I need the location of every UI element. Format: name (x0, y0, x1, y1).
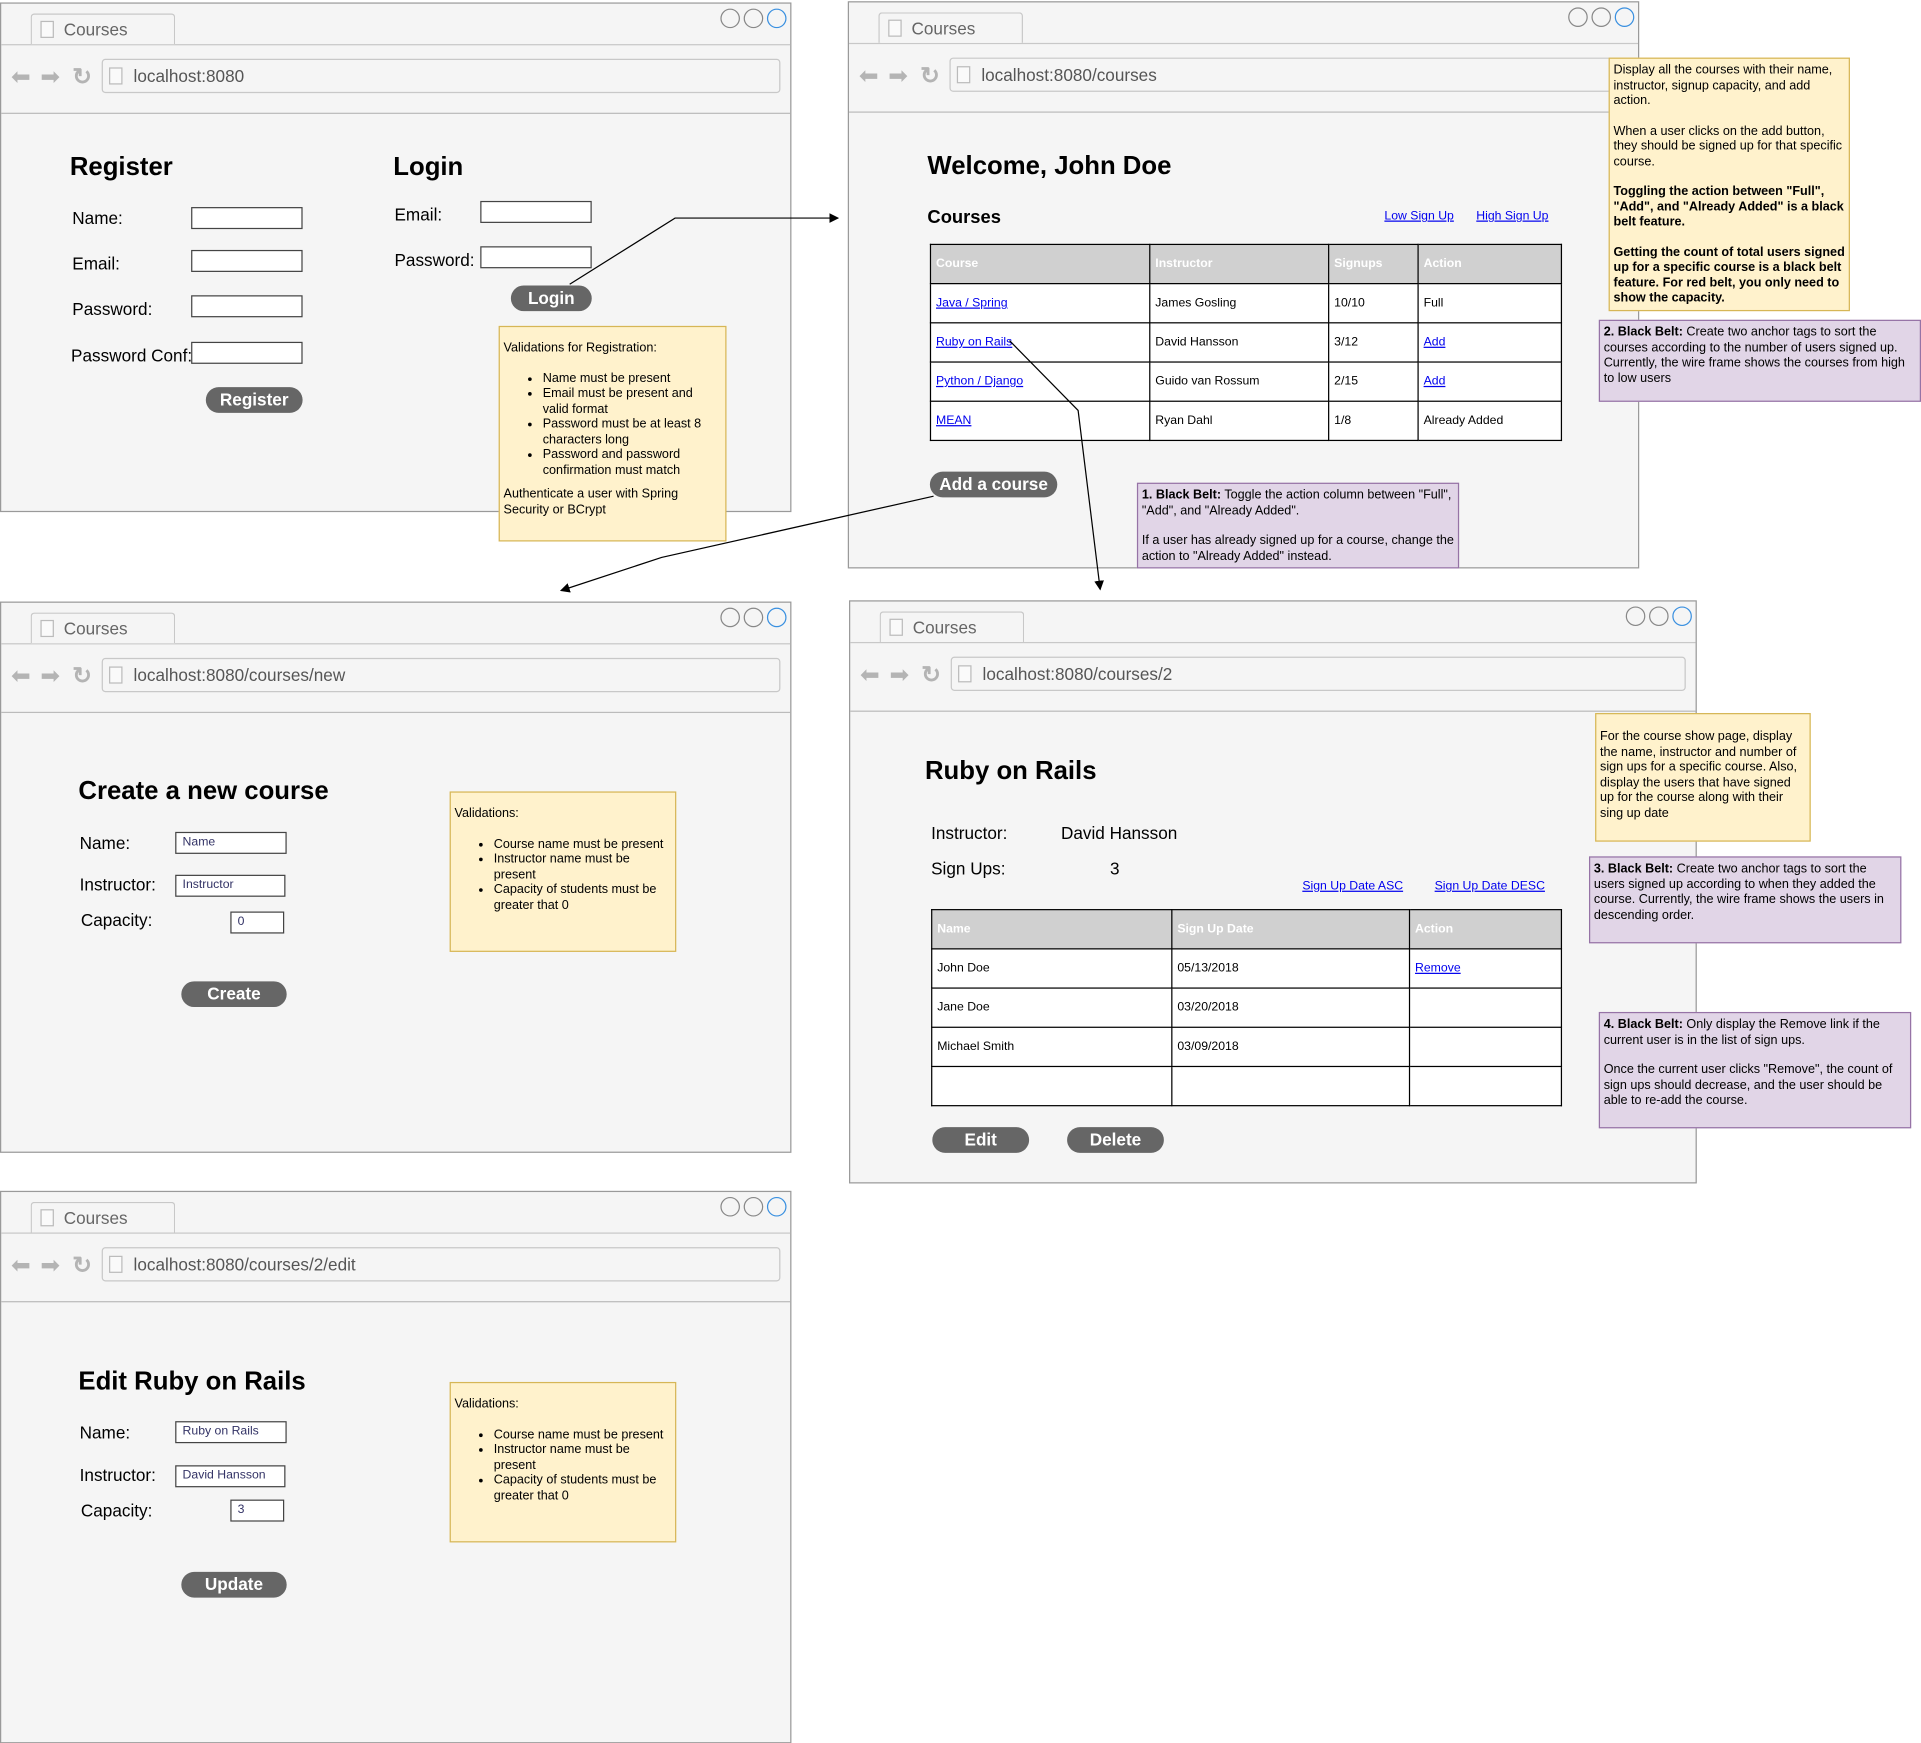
flow-arrows (559, 213, 1104, 593)
course-link-to-show-arrow (1009, 340, 1104, 591)
login-to-courses-arrow (569, 213, 840, 285)
add-course-to-new-arrow (559, 495, 934, 593)
